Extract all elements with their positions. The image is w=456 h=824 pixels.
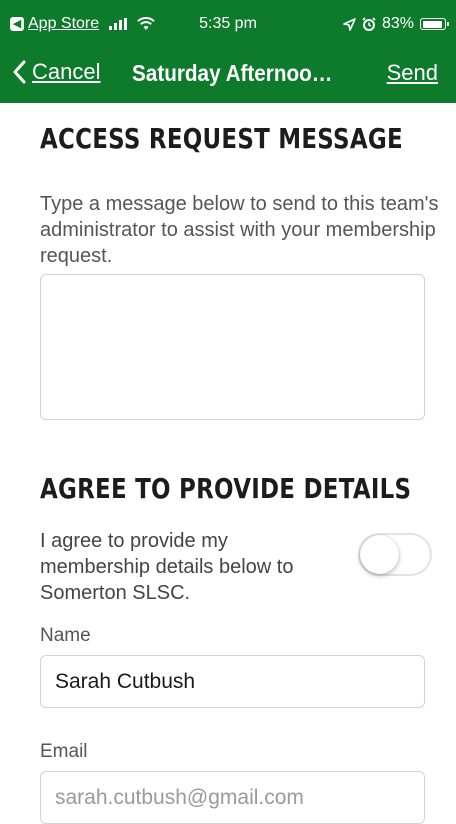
nav-title: Saturday Afternoon… xyxy=(132,60,341,86)
send-button[interactable]: Send xyxy=(387,60,438,86)
battery-percent: 83% xyxy=(381,15,414,32)
cancel-button[interactable]: Cancel xyxy=(12,59,100,85)
alarm-clock-icon xyxy=(362,17,376,31)
back-to-app[interactable]: ◀ App Store xyxy=(10,15,99,33)
back-arrow-icon: ◀ xyxy=(10,17,24,31)
access-request-message-input[interactable] xyxy=(40,274,425,420)
toggle-knob xyxy=(360,535,399,574)
status-left: ◀ App Store xyxy=(10,15,155,33)
wifi-icon xyxy=(137,17,155,30)
status-time: 5:35 pm xyxy=(199,15,257,32)
access-request-heading: ACCESS REQUEST MESSAGE xyxy=(40,122,403,155)
cancel-label: Cancel xyxy=(32,59,101,84)
status-bar: ◀ App Store 5:35 pm 83% xyxy=(0,0,456,48)
cellular-signal-icon xyxy=(109,18,128,30)
name-input[interactable] xyxy=(40,655,425,708)
app-header: ◀ App Store 5:35 pm 83% Cancel Saturday … xyxy=(0,0,456,103)
agree-text: I agree to provide my membership details… xyxy=(40,530,294,604)
back-app-label: App Store xyxy=(28,15,100,32)
status-right: 83% xyxy=(343,15,449,33)
access-request-help-text: Type a message below to send to this tea… xyxy=(40,193,439,267)
email-input[interactable] xyxy=(40,771,425,824)
agree-toggle[interactable] xyxy=(358,533,432,576)
nav-bar: Cancel Saturday Afternoon… Send xyxy=(0,48,456,103)
email-label: Email xyxy=(40,741,88,762)
name-label: Name xyxy=(40,625,91,646)
chevron-left-icon xyxy=(13,60,26,84)
battery-icon xyxy=(420,18,449,30)
agree-heading: AGREE TO PROVIDE DETAILS xyxy=(40,472,412,505)
location-arrow-icon xyxy=(343,17,356,31)
